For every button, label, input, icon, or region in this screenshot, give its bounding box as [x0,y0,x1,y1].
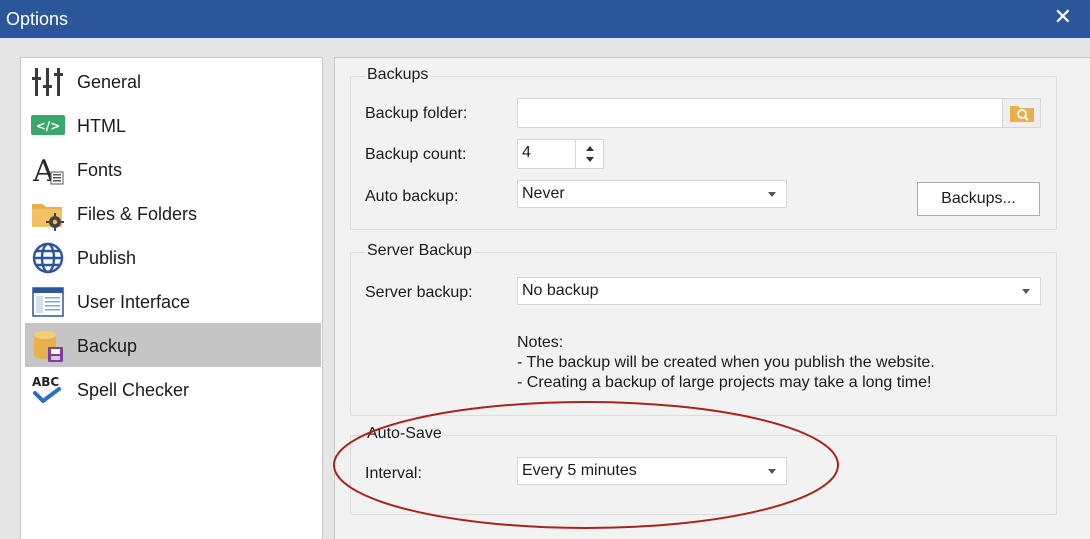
chevron-down-icon[interactable] [586,157,594,162]
backups-group-title: Backups [365,66,431,84]
browse-folder-button[interactable] [1002,99,1040,127]
auto-backup-select[interactable]: Never [517,180,787,208]
options-category-list: General </> HTML A Fonts Files & Folders [20,57,323,539]
svg-text:ABC: ABC [32,375,59,389]
sidebar-item-general[interactable]: General [25,59,321,103]
sidebar-item-label: HTML [77,116,126,136]
chevron-up-icon[interactable] [586,146,594,151]
server-backup-label: Server backup: [365,284,473,301]
interval-value: Every 5 minutes [522,462,637,479]
sidebar-item-backup[interactable]: Backup [25,323,321,367]
notes-line: - Creating a backup of large projects ma… [517,374,932,391]
title-bar: Options ✕ [0,0,1090,38]
sidebar-item-label: Files & Folders [77,204,198,224]
folder-search-icon [1010,106,1034,122]
sidebar-item-label: Fonts [77,160,123,180]
backup-settings-panel: Backups Backup folder: Backup count: 4 A… [334,57,1090,539]
svg-text:</>: </> [36,119,61,133]
abc-check-icon: ABC [32,375,61,403]
sidebar-item-label: Spell Checker [77,380,190,400]
stepper-buttons[interactable] [575,140,603,168]
backup-count-value: 4 [522,144,531,161]
sidebar-item-spell-checker[interactable]: ABC Spell Checker [25,367,321,411]
backups-button[interactable]: Backups... [917,182,1040,216]
auto-backup-label: Auto backup: [365,188,459,205]
window-icon [32,287,64,317]
chevron-down-icon [768,469,776,474]
auto-backup-value: Never [522,185,565,202]
notes-heading: Notes: [517,334,564,351]
backup-folder-input[interactable] [517,98,1041,128]
database-save-icon [34,331,63,362]
sidebar-item-publish[interactable]: Publish [25,235,321,279]
sidebar-item-html[interactable]: </> HTML [25,103,321,147]
close-icon[interactable]: ✕ [1054,5,1072,29]
sidebar-item-label: User Interface [77,292,191,312]
sidebar-item-user-interface[interactable]: User Interface [25,279,321,323]
chevron-down-icon [1022,289,1030,294]
globe-icon [32,242,64,274]
sidebar-item-label: Backup [77,336,138,356]
notes-line: - The backup will be created when you pu… [517,354,935,371]
server-backup-group-title: Server Backup [365,242,474,260]
backup-folder-label: Backup folder: [365,105,468,122]
chevron-down-icon [768,192,776,197]
server-backup-value: No backup [522,282,599,299]
backup-count-stepper[interactable]: 4 [517,139,604,169]
interval-select[interactable]: Every 5 minutes [517,457,787,485]
server-backup-select[interactable]: No backup [517,277,1041,305]
backup-count-label: Backup count: [365,146,467,163]
html-tag-icon: </> [31,115,65,135]
sidebar-item-files-folders[interactable]: Files & Folders [25,191,321,235]
sidebar-item-label: General [77,72,142,92]
sidebar-item-fonts[interactable]: A Fonts [25,147,321,191]
window-title: Options [6,9,69,29]
sliders-icon [32,68,63,96]
sidebar-item-label: Publish [77,248,137,268]
interval-label: Interval: [365,465,422,482]
server-backup-notes: Notes: - The backup will be created when… [517,333,935,393]
folder-gear-icon [32,204,64,231]
font-icon: A [32,154,64,187]
auto-save-group-title: Auto-Save [365,425,444,443]
